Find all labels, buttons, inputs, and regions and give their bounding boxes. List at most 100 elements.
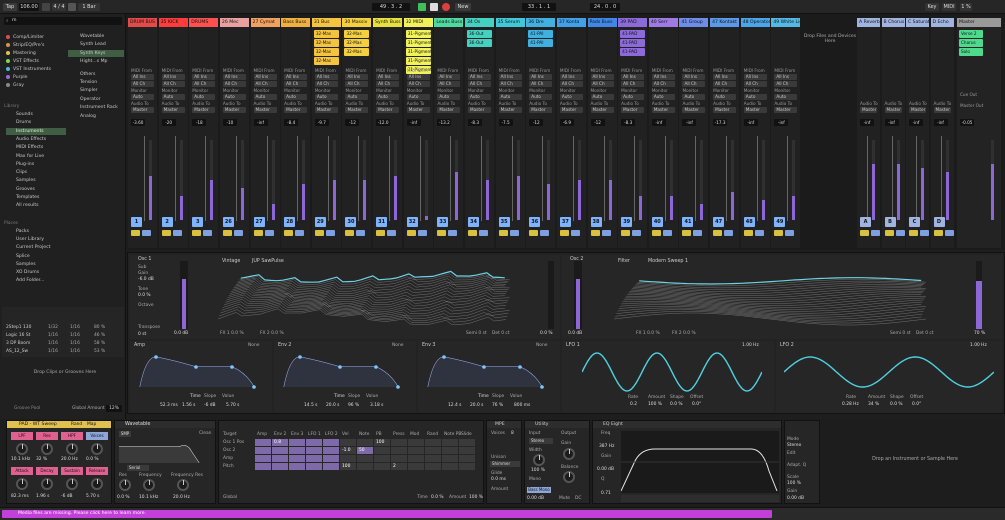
track-activator[interactable]: 3 [192,217,204,227]
clip-slot[interactable]: 31-Pigments 9 [405,30,431,38]
solo-button[interactable] [713,230,723,236]
matrix-cell[interactable] [442,447,458,454]
output-select[interactable]: Master [376,107,400,113]
monitor-select[interactable]: Auto [161,94,185,100]
input-type-select[interactable]: All Ins [345,74,369,80]
osc2-wavetable-display[interactable] [614,267,934,327]
collection-item[interactable]: Purple [6,74,64,81]
track-activator[interactable]: 32 [406,217,418,227]
macro2-label[interactable]: Attack [11,467,33,475]
volume-fader[interactable] [266,136,268,221]
track-activator[interactable]: 36 [529,217,541,227]
volume-value[interactable]: -6.9 [559,119,574,126]
matrix-cell[interactable] [374,455,390,462]
eq-freq-value[interactable]: 387 Hz [599,444,614,449]
category-item-grooves[interactable]: Grooves [6,186,66,193]
midi-map-button[interactable]: MIDI [942,3,956,11]
eq-gain-value[interactable]: 0.00 dB [597,467,614,472]
arm-button[interactable] [203,230,213,236]
macro-label[interactable]: Voices Detune [86,432,108,440]
clip-slot[interactable]: 41-PAD [620,30,646,38]
search-field[interactable]: m ⌕ [4,17,122,25]
input-channel-select[interactable]: All Ch [284,81,308,87]
place-item[interactable]: Current Project [6,244,66,251]
arm-button[interactable] [724,230,734,236]
osc2-wave-preset[interactable]: Modern Sweep 1 [648,259,688,264]
matrix-cell[interactable] [425,439,441,446]
eq-response-display[interactable] [621,431,779,493]
quantize-select[interactable]: 1 Bar [78,3,100,11]
output-select[interactable]: Master [406,107,430,113]
eq-scale-value[interactable]: 100 % [787,481,801,486]
matrix-cell[interactable] [272,447,288,454]
volume-value[interactable]: -8.3 [468,119,482,126]
groove-quant[interactable]: 1/16 [70,333,80,338]
monitor-select[interactable]: Auto [284,94,308,100]
volume-fader[interactable] [634,136,636,221]
monitor-select[interactable]: Auto [131,94,154,100]
matrix-cell[interactable] [306,455,322,462]
content-item[interactable]: Operator [68,96,124,103]
clip-slot[interactable]: 32-Mas [313,48,339,56]
groove-amount[interactable]: 53 % [94,349,105,354]
osc2-fx1[interactable]: FX 1 0.0 % [636,331,660,336]
solo-button[interactable] [559,230,569,236]
matrix-cell[interactable] [306,463,322,470]
matrix-cell[interactable] [459,439,475,446]
input-channel-select[interactable]: All Ch [743,81,767,87]
osc1-wave-preset[interactable]: JUP SawPulse [252,259,284,264]
macro-knob[interactable] [41,443,53,455]
volume-value[interactable]: -3.60 [131,119,145,126]
lfo1-rate[interactable]: 0.2 [630,402,637,407]
monitor-select[interactable]: Auto [192,94,216,100]
arm-button[interactable] [693,230,703,236]
time-signature[interactable]: 4 / 4 [52,3,66,11]
arm-button[interactable] [295,230,305,236]
matrix-cell[interactable] [357,439,373,446]
macro2-value[interactable]: 82.3 ms [11,494,29,499]
groove-base[interactable]: 1/16 [48,349,58,354]
frequency2-value[interactable]: 20.0 Hz [173,495,190,500]
content-item[interactable]: Simpler [68,87,124,94]
matrix-cell[interactable] [255,439,271,446]
output-select[interactable]: Master [651,107,675,113]
output-select[interactable]: Master [314,107,338,113]
osc2-semi[interactable]: Semi 0 st [890,331,911,336]
arm-button[interactable] [785,230,795,236]
arm-button[interactable] [570,230,580,236]
track-title[interactable]: 47 Kontakt [710,18,740,27]
input-channel-select[interactable]: All Ch [713,81,737,87]
track-activator[interactable]: B [884,217,896,227]
track-activator[interactable]: 40 [651,217,663,227]
track-activator[interactable]: 49 [774,217,786,227]
matrix-cell[interactable] [357,455,373,462]
clip-slot[interactable]: 31-Pigments 9 [405,39,431,47]
volume-value[interactable]: -inf [909,119,923,126]
volume-value[interactable]: -10 [222,119,237,126]
groove-amount[interactable]: 80 % [94,325,105,330]
input-type-select[interactable]: All Ins [774,74,798,80]
volume-value[interactable]: -12 [529,119,544,126]
collection-item[interactable]: Comp/Limiter [6,34,64,41]
track-title[interactable]: 32 MIDI [403,18,433,27]
envelope-mod-target[interactable]: None [536,343,547,348]
output-select[interactable]: Master [909,107,926,113]
category-item-plug-ins[interactable]: Plug-ins [6,161,66,168]
output-select[interactable]: Master [222,107,246,113]
solo-button[interactable] [682,230,692,236]
category-item-midi-effects[interactable]: MIDI Effects [6,144,66,151]
monitor-select[interactable]: Auto [314,94,338,100]
bass-mono-button[interactable]: Bass Mono [527,487,551,493]
osc1-detune[interactable]: Det 0 ct [492,331,510,336]
solo-button[interactable] [345,230,355,236]
clip-slot[interactable]: 32-Mas [313,39,339,47]
solo-button[interactable] [909,230,918,236]
solo-button[interactable] [621,230,631,236]
volume-fader[interactable] [174,136,176,221]
macro2-label[interactable]: Sustain [61,467,83,475]
input-type-select[interactable]: All Ins [314,74,338,80]
osc1-db[interactable]: 0.0 dB [174,331,188,336]
osc1-position-slider[interactable] [548,261,554,329]
groove-name[interactable]: Logic 16 St [6,333,30,338]
lfo2-offset[interactable]: 0.0° [912,402,921,407]
